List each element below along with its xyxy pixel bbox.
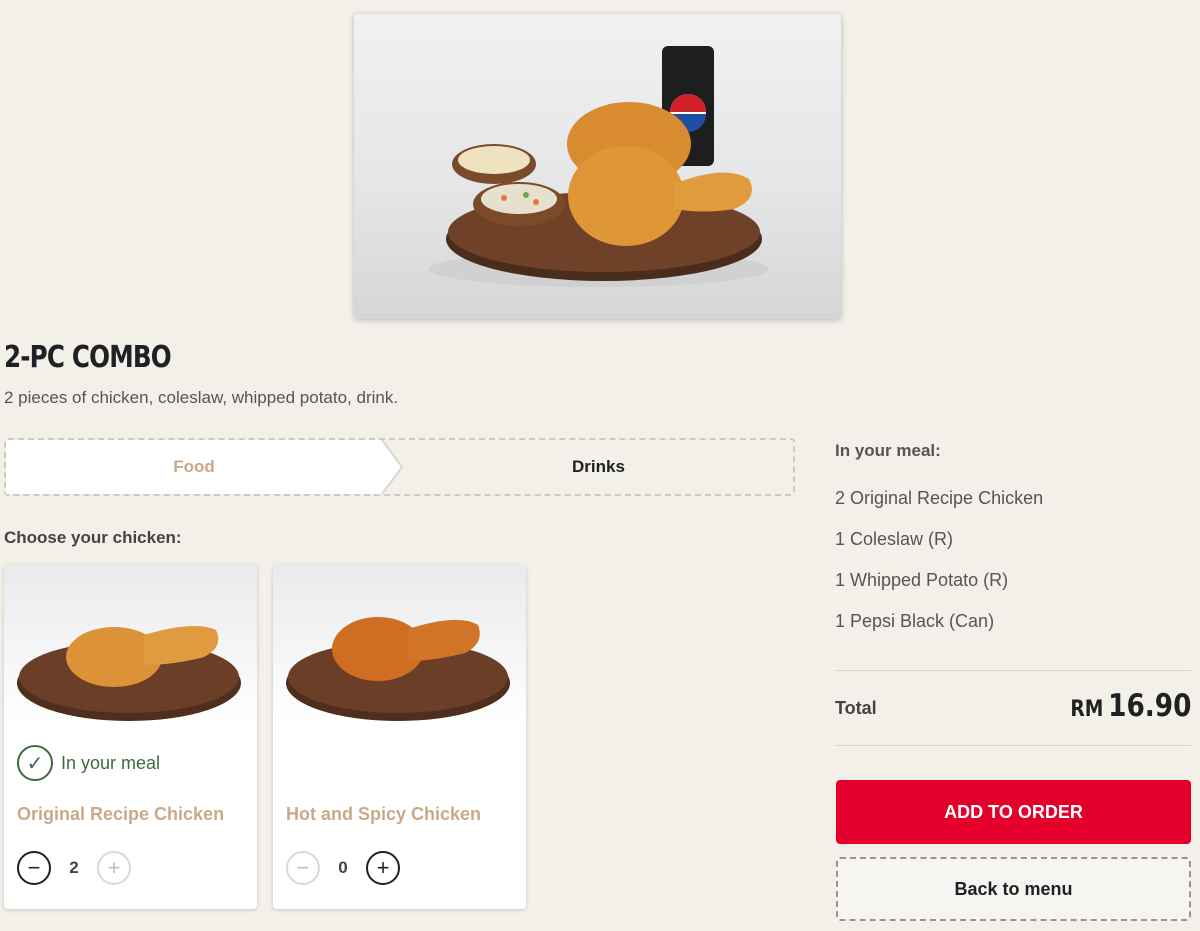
summary-item: 1 Whipped Potato (R) (835, 570, 1009, 590)
divider (835, 670, 1191, 671)
summary-item: 2 Original Recipe Chicken (835, 488, 1044, 508)
tab-drinks[interactable]: Drinks (402, 440, 795, 494)
total-price: RM 16.90 (1070, 688, 1191, 724)
summary-heading: In your meal: (835, 441, 941, 460)
divider (835, 745, 1191, 746)
add-to-order-button[interactable]: ADD TO ORDER (836, 780, 1191, 844)
combo-meal-illustration (429, 46, 769, 287)
in-meal-label: In your meal (61, 752, 161, 773)
quantity-value: 0 (338, 858, 348, 877)
product-title: 2-PC COMBO (4, 340, 172, 375)
hot-spicy-chicken-image (273, 565, 526, 723)
back-to-menu-button[interactable]: Back to menu (836, 857, 1191, 921)
quantity-stepper: − 2 + (17, 851, 131, 885)
total-label: Total (835, 698, 877, 718)
option-card-hot-spicy[interactable]: Hot and Spicy Chicken − 0 + (273, 565, 526, 909)
option-card-original[interactable]: ✓ In your meal Original Recipe Chicken −… (4, 565, 257, 909)
product-description: 2 pieces of chicken, coleslaw, whipped p… (4, 388, 399, 407)
total-amount: 16.90 (1107, 688, 1191, 724)
minus-icon[interactable]: − (17, 851, 51, 885)
product-hero-image (354, 14, 841, 319)
option-name: Hot and Spicy Chicken (286, 804, 482, 824)
option-name: Original Recipe Chicken (17, 804, 225, 824)
currency-label: RM (1069, 697, 1103, 722)
choose-chicken-label: Choose your chicken: (4, 528, 182, 547)
check-icon: ✓ (17, 745, 53, 781)
plus-icon[interactable]: + (97, 851, 131, 885)
quantity-value: 2 (69, 858, 79, 877)
plus-icon[interactable]: + (366, 851, 400, 885)
original-chicken-image (4, 565, 257, 723)
quantity-stepper: − 0 + (286, 851, 400, 885)
in-meal-indicator: ✓ In your meal (17, 745, 160, 781)
summary-item: 1 Coleslaw (R) (835, 529, 954, 549)
minus-icon[interactable]: − (286, 851, 320, 885)
summary-item: 1 Pepsi Black (Can) (835, 611, 995, 631)
category-tabs: Food Drinks (4, 438, 795, 496)
tab-food[interactable]: Food (6, 440, 402, 494)
chevron-right-icon (381, 440, 404, 494)
